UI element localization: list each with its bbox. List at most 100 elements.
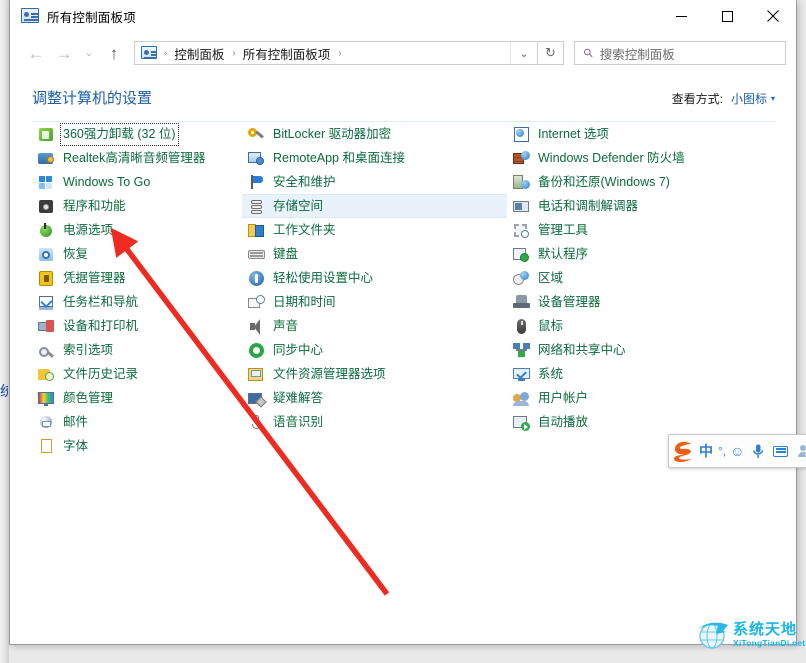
soft-keyboard-icon[interactable]: [773, 446, 788, 457]
maximize-button[interactable]: [704, 0, 750, 32]
control-panel-item-label: 设备管理器: [538, 294, 601, 311]
control-panel-item[interactable]: 程序和功能: [32, 194, 242, 218]
chevron-down-icon[interactable]: ▾: [771, 94, 775, 103]
control-panel-item[interactable]: 电源选项: [32, 218, 242, 242]
control-panel-item[interactable]: 网络和共享中心: [507, 338, 777, 362]
sogou-ime-toolbar[interactable]: 中 °, ☺: [668, 434, 806, 468]
control-panel-item[interactable]: Realtek高清晰音频管理器: [32, 146, 242, 170]
control-panel-item[interactable]: 工作文件夹: [242, 218, 507, 242]
sys-icon: [513, 366, 530, 383]
address-bar[interactable]: › 控制面板 › 所有控制面板项 › ⌄: [134, 41, 538, 65]
mic-icon: [248, 414, 265, 431]
control-panel-item[interactable]: 安全和维护: [242, 170, 507, 194]
mail-icon: [38, 414, 55, 431]
control-panel-item[interactable]: 区域: [507, 266, 777, 290]
control-panel-item[interactable]: 字体: [32, 434, 242, 458]
control-panel-item[interactable]: 同步中心: [242, 338, 507, 362]
control-panel-item[interactable]: 电话和调制解调器: [507, 194, 777, 218]
control-panel-item[interactable]: Windows To Go: [32, 170, 242, 194]
address-dropdown-icon[interactable]: ⌄: [510, 42, 537, 64]
control-panel-item-label: 轻松使用设置中心: [273, 270, 373, 287]
desktop-edge-text-fragment: 统: [0, 382, 8, 400]
column-1: 360强力卸载 (32 位)Realtek高清晰音频管理器Windows To …: [32, 122, 242, 458]
control-panel-item[interactable]: 键盘: [242, 242, 507, 266]
sync-icon: [248, 342, 265, 359]
search-box[interactable]: ⚲ 搜索控制面板: [574, 41, 786, 65]
control-panel-item-label: 字体: [63, 438, 88, 455]
user-center-icon[interactable]: [797, 444, 806, 458]
control-panel-item[interactable]: 存储空间: [242, 194, 507, 218]
control-panel-item[interactable]: 凭据管理器: [32, 266, 242, 290]
watermark-brand-en: XiTongTianDi.net: [733, 638, 805, 648]
view-by-control[interactable]: 查看方式: 小图标 ▾: [672, 90, 775, 107]
flag-icon: [248, 174, 265, 191]
back-button[interactable]: ←: [22, 39, 50, 67]
control-panel-item[interactable]: 文件历史记录: [32, 362, 242, 386]
control-panel-item[interactable]: 备份和还原(Windows 7): [507, 170, 777, 194]
control-panel-item[interactable]: 恢复: [32, 242, 242, 266]
address-control-panel-icon: [141, 46, 157, 60]
fh-icon: [38, 366, 55, 383]
breadcrumb-separator[interactable]: ›: [333, 48, 345, 59]
control-panel-item-label: 鼠标: [538, 318, 563, 335]
control-panel-item[interactable]: 系统: [507, 362, 777, 386]
control-panel-item[interactable]: BitLocker 驱动器加密: [242, 122, 507, 146]
control-panel-item[interactable]: 任务栏和导航: [32, 290, 242, 314]
cred-icon: [38, 270, 55, 287]
control-panel-item-label: 电话和调制解调器: [538, 198, 638, 215]
control-panel-item[interactable]: 设备管理器: [507, 290, 777, 314]
control-panel-item-label: 自动播放: [538, 414, 588, 431]
search-placeholder[interactable]: 搜索控制面板: [600, 44, 675, 63]
prog-icon: [38, 198, 55, 215]
emoji-icon[interactable]: ☺: [730, 443, 744, 459]
360-icon: [38, 126, 55, 143]
refresh-button[interactable]: ↻: [538, 41, 564, 65]
control-panel-item-label: 颜色管理: [63, 390, 113, 407]
control-panel-item[interactable]: 自动播放: [507, 410, 777, 434]
task-icon: [38, 294, 55, 311]
microphone-icon[interactable]: [752, 444, 764, 459]
ime-mode-indicator[interactable]: 中: [699, 441, 713, 461]
pow-icon: [38, 222, 55, 239]
ime-punctuation-toggle[interactable]: °,: [718, 444, 726, 458]
breadcrumb-control-panel[interactable]: 控制面板: [171, 44, 227, 63]
ap-icon: [513, 414, 530, 431]
br-icon: [513, 174, 530, 191]
pm-icon: [513, 198, 530, 215]
control-panel-item[interactable]: 鼠标: [507, 314, 777, 338]
control-panel-item[interactable]: 默认程序: [507, 242, 777, 266]
control-panel-item-label: 默认程序: [538, 246, 588, 263]
control-panel-item[interactable]: 用户帐户: [507, 386, 777, 410]
control-panel-item[interactable]: 设备和打印机: [32, 314, 242, 338]
control-panel-item-label: Windows Defender 防火墙: [538, 150, 685, 167]
breadcrumb-separator: ›: [227, 48, 239, 59]
control-panel-item[interactable]: 360强力卸载 (32 位): [32, 122, 242, 146]
view-by-value[interactable]: 小图标: [731, 90, 767, 107]
minimize-button[interactable]: [658, 0, 704, 32]
breadcrumb-all-items[interactable]: 所有控制面板项: [240, 44, 334, 63]
control-panel-item-label: 恢复: [63, 246, 88, 263]
control-panel-item[interactable]: Windows Defender 防火墙: [507, 146, 777, 170]
control-panel-item[interactable]: 语音识别: [242, 410, 507, 434]
control-panel-item[interactable]: 疑难解答: [242, 386, 507, 410]
forward-button[interactable]: →: [50, 39, 78, 67]
control-panel-item-label: 管理工具: [538, 222, 588, 239]
ra-icon: [248, 150, 265, 167]
control-panel-item[interactable]: 日期和时间: [242, 290, 507, 314]
control-panel-item[interactable]: 邮件: [32, 410, 242, 434]
control-panel-item[interactable]: RemoteApp 和桌面连接: [242, 146, 507, 170]
close-button[interactable]: [750, 0, 796, 32]
control-panel-item[interactable]: 轻松使用设置中心: [242, 266, 507, 290]
ie-icon: [513, 126, 530, 143]
up-button[interactable]: ↑: [100, 39, 128, 67]
control-panel-item[interactable]: Internet 选项: [507, 122, 777, 146]
control-panel-item[interactable]: 文件资源管理器选项: [242, 362, 507, 386]
control-panel-item-label: 声音: [273, 318, 298, 335]
control-panel-item-label: 疑难解答: [273, 390, 323, 407]
control-panel-item[interactable]: 索引选项: [32, 338, 242, 362]
control-panel-item[interactable]: 管理工具: [507, 218, 777, 242]
control-panel-item[interactable]: 声音: [242, 314, 507, 338]
sogou-logo-icon[interactable]: [671, 438, 697, 464]
control-panel-item[interactable]: 颜色管理: [32, 386, 242, 410]
recent-locations-button[interactable]: ⌄: [78, 39, 100, 67]
